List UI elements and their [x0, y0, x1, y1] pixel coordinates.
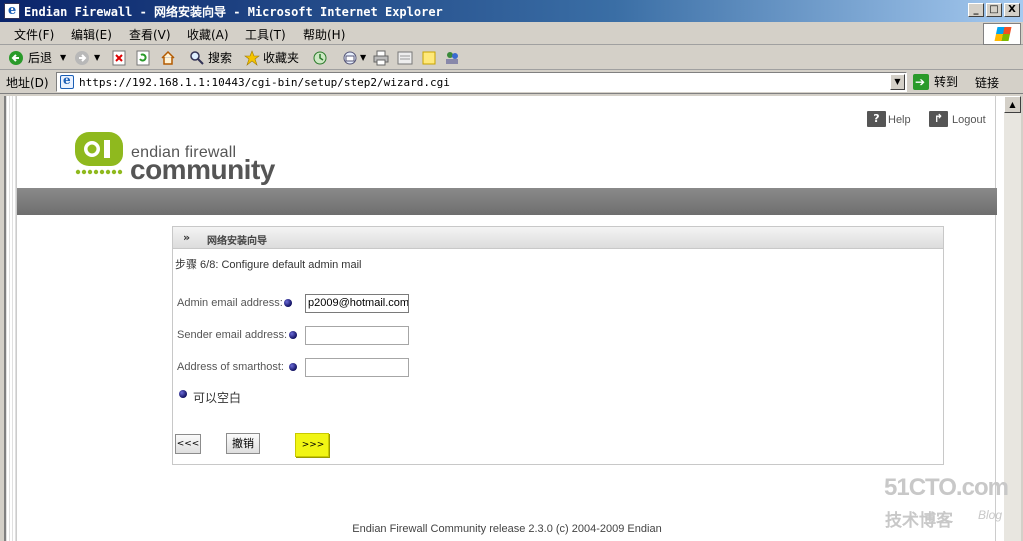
step-indicator: 步骤 6/8: Configure default admin mail — [175, 259, 362, 271]
logo-text-big: community — [130, 154, 275, 185]
admin-email-input[interactable]: p2009@hotmail.com — [305, 294, 409, 313]
address-bar: 地址(D) https://192.168.1.1:10443/cgi-bin/… — [0, 70, 1023, 94]
page-icon — [60, 73, 74, 89]
back-arrow-icon[interactable] — [8, 50, 24, 66]
watermark-bottom: 技术博客 — [885, 511, 953, 531]
history-icon[interactable] — [312, 50, 328, 66]
menu-tools[interactable]: 工具(T) — [245, 26, 286, 43]
header-bar — [17, 188, 997, 215]
back-dropdown-icon[interactable]: ▼ — [60, 50, 66, 66]
menu-edit[interactable]: 编辑(E) — [71, 26, 112, 43]
optional-note: 可以空白 — [193, 391, 242, 405]
favorites-star-icon[interactable] — [244, 50, 260, 66]
back-wizard-button[interactable]: <<< — [175, 434, 201, 454]
endian-logo-mark-icon — [75, 132, 123, 175]
scroll-up-icon[interactable]: ▲ — [1004, 96, 1021, 113]
watermark-top: 51CTO.com — [884, 474, 1009, 501]
endian-logo: endian firewall community — [71, 132, 291, 188]
stop-icon[interactable] — [111, 50, 127, 66]
search-button[interactable]: 搜索 — [208, 50, 232, 66]
menu-view[interactable]: 查看(V) — [129, 26, 171, 43]
panel-title: 网络安装向导 — [207, 236, 267, 247]
edit-icon[interactable] — [397, 50, 413, 66]
menu-help[interactable]: 帮助(H) — [303, 26, 345, 43]
note-bullet-icon — [179, 390, 187, 398]
go-button[interactable]: 转到 — [913, 73, 958, 91]
sender-email-input[interactable] — [305, 326, 409, 345]
next-button[interactable]: >>> — [301, 438, 325, 452]
page-background — [6, 96, 16, 541]
logout-icon: ↱ — [929, 111, 948, 127]
links-button[interactable]: 链接 — [975, 74, 999, 91]
minimize-button[interactable]: _ — [968, 3, 984, 17]
menu-file[interactable]: 文件(F) — [14, 26, 54, 43]
toolbar: 后退 ▼ ▼ 搜索 收藏夹 ▼ — [0, 46, 1023, 70]
logout-link[interactable]: ↱ Logout — [929, 110, 986, 130]
url-text[interactable]: https://192.168.1.1:10443/cgi-bin/setup/… — [79, 76, 450, 89]
help-label: Help — [888, 114, 911, 126]
back-button[interactable]: 后退 — [28, 50, 52, 66]
required-bullet-icon — [284, 299, 292, 307]
refresh-icon[interactable] — [135, 50, 151, 66]
messenger-icon[interactable] — [444, 50, 460, 66]
mail-dropdown-icon[interactable]: ▼ — [360, 50, 366, 66]
forward-dropdown-icon[interactable]: ▼ — [94, 50, 100, 66]
browser-viewport: ? Help ↱ Logout endian firewall communit… — [4, 96, 1004, 541]
close-button[interactable]: X — [1004, 3, 1020, 17]
next-button-highlight: >>> — [295, 433, 329, 457]
smarthost-input[interactable] — [305, 358, 409, 377]
menu-bar: 文件(F) 编辑(E) 查看(V) 收藏(A) 工具(T) 帮助(H) — [0, 22, 1023, 45]
required-bullet-icon — [289, 363, 297, 371]
cancel-button[interactable]: 撤销 — [226, 433, 260, 454]
mail-icon[interactable] — [343, 50, 359, 66]
footer-copyright: Endian Firewall Community release 2.3.0 … — [352, 523, 662, 535]
required-bullet-icon — [289, 331, 297, 339]
maximize-button[interactable]: □ — [986, 3, 1002, 17]
url-input[interactable]: https://192.168.1.1:10443/cgi-bin/setup/… — [56, 72, 907, 92]
panel-header: » 网络安装向导 — [173, 227, 943, 249]
ie-page-icon — [4, 3, 20, 19]
watermark: 51CTO.com 技术博客 Blog — [884, 474, 1014, 534]
search-icon[interactable] — [189, 50, 205, 66]
help-link[interactable]: ? Help — [867, 110, 911, 130]
page-container: ? Help ↱ Logout endian firewall communit… — [16, 96, 997, 541]
favorites-button[interactable]: 收藏夹 — [263, 50, 299, 66]
windows-logo-icon — [983, 23, 1021, 45]
sender-email-label: Sender email address: — [177, 329, 288, 341]
address-label: 地址(D) — [6, 76, 49, 90]
admin-email-label: Admin email address: — [177, 297, 283, 309]
smarthost-label: Address of smarthost: — [177, 361, 284, 373]
window-title: Endian Firewall - 网络安装向导 - Microsoft Int… — [24, 5, 443, 19]
forward-arrow-icon[interactable] — [74, 50, 90, 66]
watermark-blog: Blog — [978, 508, 1003, 522]
menu-favorites[interactable]: 收藏(A) — [187, 26, 229, 43]
print-icon[interactable] — [373, 50, 389, 66]
panel-chevron-icon: » — [183, 231, 191, 244]
url-dropdown-icon[interactable]: ▼ — [890, 74, 905, 90]
discuss-icon[interactable] — [421, 50, 437, 66]
title-bar: Endian Firewall - 网络安装向导 - Microsoft Int… — [0, 0, 1023, 22]
help-icon: ? — [867, 111, 886, 127]
home-icon[interactable] — [160, 50, 176, 66]
logout-label: Logout — [952, 114, 986, 126]
wizard-panel: » 网络安装向导 步骤 6/8: Configure default admin… — [172, 226, 944, 465]
